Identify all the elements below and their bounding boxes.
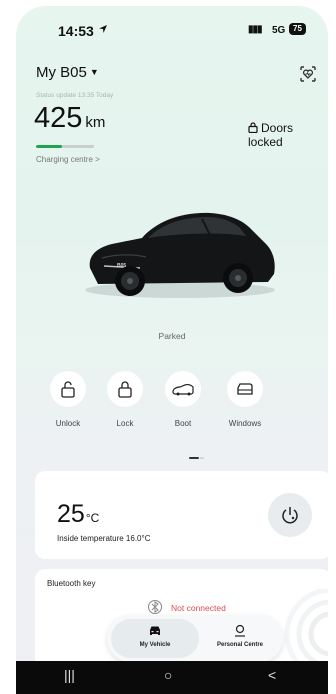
charging-centre-link[interactable]: Charging centre > [36,155,100,164]
range-value: 425 [34,102,83,134]
car-image [85,212,275,298]
range-display: 425 km [34,102,105,135]
location-arrow-icon [99,25,107,33]
unlock-button[interactable]: Unlock [48,371,88,428]
unlock-circle [50,371,86,407]
bluetooth-disconnected-icon [148,600,162,614]
climate-card[interactable]: 25°C Inside temperature 16.0°C [35,471,328,559]
network-type: 5G [272,25,286,36]
boot-button[interactable]: Boot [163,371,203,428]
vehicle-selector[interactable]: My B05 ▼ [36,64,99,81]
home-button[interactable]: ○ [164,667,172,683]
car-icon [150,626,160,635]
unlock-icon [61,381,75,398]
range-unit: km [85,114,106,131]
back-button[interactable]: < [268,667,276,683]
lock-label: Lock [116,419,134,428]
boot-circle [165,371,201,407]
license-plate: B05 [117,263,127,269]
temperature-unit: °C [85,511,100,525]
page-indicator-active [189,457,199,459]
battery-icon: 75 [289,23,306,35]
status-time: 14:53 [58,23,94,39]
tab-personal-centre-label: Personal Centre [216,642,264,648]
bluetooth-status: Not connected [147,599,226,615]
inside-temperature: Inside temperature 16.0°C [57,534,151,543]
lock-icon [248,122,258,134]
tab-my-vehicle-label: My Vehicle [139,642,171,648]
lock-button[interactable]: Lock [105,371,145,428]
status-update-text: Status update 13:35 Today [36,92,114,99]
lock-circle [107,371,143,407]
status-bar: 14:53 ▮▮▮ 5G 75 [16,6,328,50]
window-icon [237,383,253,395]
temperature-display: 25°C [57,500,99,529]
recent-apps-button[interactable]: ||| [64,667,75,683]
system-nav-bar: ||| ○ < [16,661,328,694]
page-indicator-inactive [200,457,204,459]
bluetooth-key-title: Bluetooth key [47,579,96,588]
bluetooth-status-label: Not connected [171,603,226,613]
boot-icon [172,384,194,396]
doors-status: Doors locked [248,121,328,149]
vehicle-state: Parked [158,331,186,341]
vehicle-health-icon[interactable] [299,65,317,83]
bottom-tab-bar: My Vehicle Personal Centre [107,615,283,662]
range-bar-fill [36,145,63,148]
tab-personal-centre[interactable]: Personal Centre [201,619,279,658]
tab-my-vehicle[interactable]: My Vehicle [111,619,199,658]
climate-power-icon [282,507,298,524]
caret-down-icon: ▼ [89,67,99,77]
phone-frame: 14:53 ▮▮▮ 5G 75 My B05 ▼ Status update 13… [0,0,336,694]
lock-icon [118,381,132,398]
signal-icon: ▮▮▮ [248,24,262,35]
app-screen: 14:53 ▮▮▮ 5G 75 My B05 ▼ Status update 13… [16,6,328,694]
windows-label: Windows [228,419,262,428]
boot-label: Boot [174,419,192,428]
windows-button[interactable]: Windows [220,371,270,428]
climate-power-button[interactable] [268,493,312,537]
windows-circle [227,371,263,407]
unlock-label: Unlock [55,419,81,428]
temperature-value: 25 [57,500,85,528]
vehicle-name: My B05 [36,64,87,81]
person-icon [235,624,245,637]
range-bar [36,145,94,148]
